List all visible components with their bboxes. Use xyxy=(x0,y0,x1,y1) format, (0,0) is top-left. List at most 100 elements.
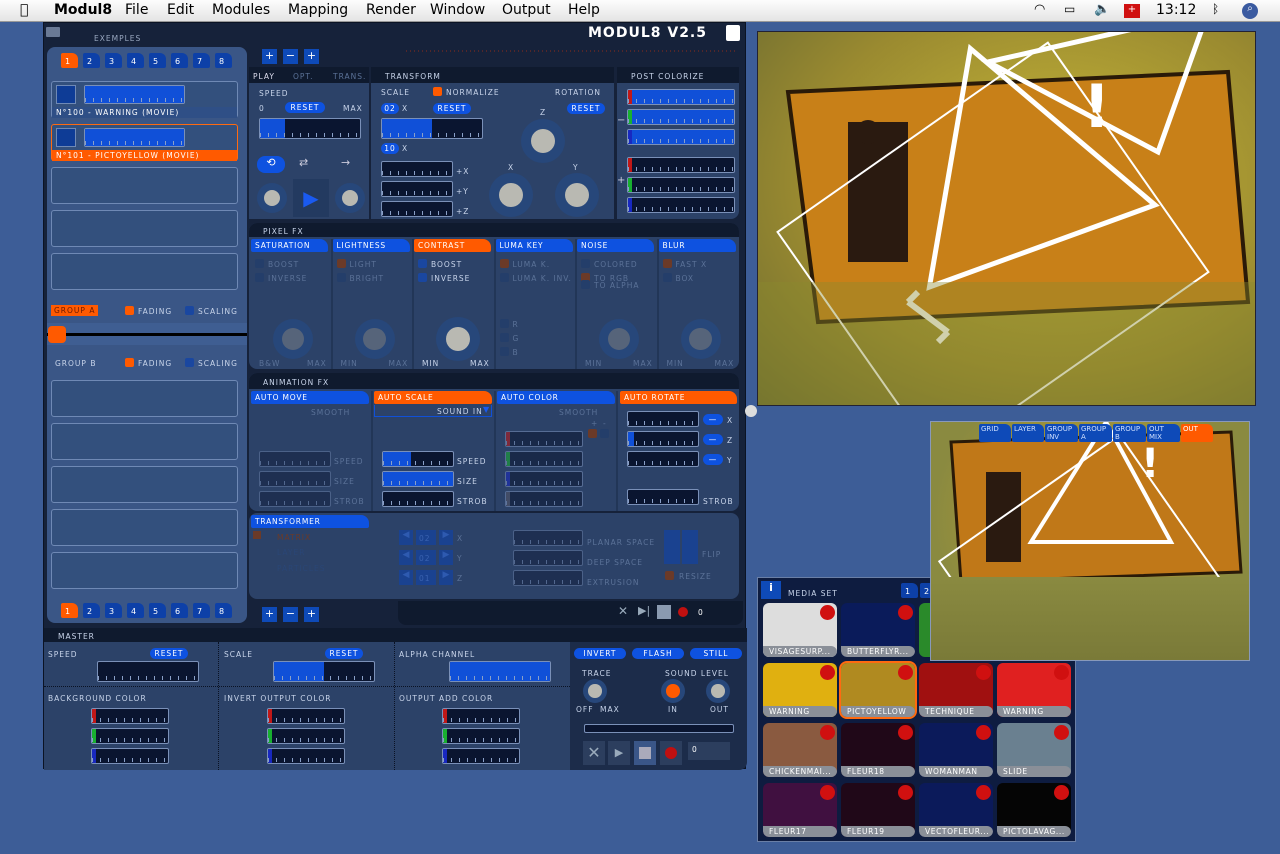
layer-slot-empty[interactable] xyxy=(51,509,238,546)
auto-scale-toggle[interactable]: AUTO SCALE xyxy=(374,391,492,404)
master-record-button[interactable] xyxy=(660,741,682,765)
still-button[interactable]: STILL xyxy=(690,648,742,659)
tab-transitions[interactable]: TRANS. xyxy=(333,72,366,81)
increment-z-button[interactable]: ▶ xyxy=(439,570,453,585)
auto-scale-speed-slider[interactable] xyxy=(382,451,454,467)
invert-output-color-red-slider[interactable] xyxy=(267,708,345,724)
layer-tab-8[interactable]: 8 xyxy=(215,603,232,618)
auto-move-toggle[interactable]: AUTO MOVE xyxy=(251,391,369,404)
media-item-technique[interactable]: TECHNIQUE xyxy=(919,663,993,717)
layer-slot-empty[interactable] xyxy=(51,423,238,460)
preview-tab-out[interactable]: OUT xyxy=(1181,424,1213,442)
option-checkbox[interactable] xyxy=(581,280,590,289)
option-checkbox[interactable] xyxy=(581,259,590,268)
auto-rotate-y-slider[interactable] xyxy=(627,451,699,467)
layer-tab-4[interactable]: 4 xyxy=(127,603,144,618)
collapse-button[interactable] xyxy=(46,27,60,37)
flag-icon[interactable]: + xyxy=(1124,4,1140,18)
scale-reset-button[interactable]: RESET xyxy=(433,103,471,114)
media-page-2[interactable]: 2 xyxy=(920,583,937,598)
pingpong-mode-button[interactable]: ⇄ xyxy=(299,156,308,169)
option-checkbox[interactable] xyxy=(499,259,509,268)
preview-tab-group-b[interactable]: GROUP B xyxy=(1113,424,1146,442)
transformer-mode-layer[interactable]: LAYER xyxy=(277,548,305,557)
layer-slot-1[interactable]: N°100 - WARNING (MOVIE) xyxy=(51,81,238,118)
resize-handle[interactable] xyxy=(745,405,757,417)
menu-file[interactable]: File xyxy=(125,2,148,18)
pixel-fx-noise-toggle[interactable]: NOISE xyxy=(577,239,654,252)
pixel-fx-amount-knob[interactable] xyxy=(680,319,721,359)
media-page-1[interactable]: 1 xyxy=(901,583,918,598)
auto-color-slider-0[interactable] xyxy=(505,431,583,447)
decrement-x-button[interactable]: ◀ xyxy=(399,530,413,545)
media-item-fleur19[interactable]: FLEUR19 xyxy=(841,783,915,837)
option-checkbox[interactable] xyxy=(499,273,509,282)
speed-slider[interactable] xyxy=(259,118,361,139)
resize-checkbox[interactable] xyxy=(665,571,674,580)
output-preview-window[interactable]: ! xyxy=(757,31,1256,406)
layer-tab-5[interactable]: 5 xyxy=(149,53,166,68)
layer-tab-1[interactable]: 1 xyxy=(61,603,78,618)
pixel-fx-amount-knob[interactable] xyxy=(354,319,395,359)
layer-slot-empty[interactable] xyxy=(51,552,238,589)
normalize-checkbox[interactable] xyxy=(433,87,442,96)
preview-tab-out-mix[interactable]: OUT MIX xyxy=(1147,424,1180,442)
colorize-minus-red-slider[interactable] xyxy=(627,89,735,105)
transformer-mode-matrix[interactable]: MATRIX xyxy=(277,533,311,542)
auto-rotate-strob-slider[interactable] xyxy=(627,489,699,505)
tab-play[interactable]: PLAY xyxy=(253,72,275,81)
preview-tab-group-a[interactable]: GROUP A xyxy=(1079,424,1112,442)
auto-color-toggle[interactable]: AUTO COLOR xyxy=(497,391,615,404)
layer-tab-3[interactable]: 3 xyxy=(105,53,122,68)
decrement-z-button[interactable]: ◀ xyxy=(399,570,413,585)
rotation-x-knob[interactable] xyxy=(489,173,533,217)
output-add-color-green-slider[interactable] xyxy=(442,728,520,744)
layer-slot-empty[interactable] xyxy=(51,167,238,204)
wifi-icon[interactable]: ◠ xyxy=(1034,2,1045,17)
sound-in-knob[interactable] xyxy=(661,679,685,703)
preview-tab-layer[interactable]: LAYER xyxy=(1012,424,1044,442)
volume-icon[interactable]: 🔈 xyxy=(1094,2,1110,17)
remove-layer-button[interactable]: − xyxy=(283,607,298,622)
pixel-fx-blur-toggle[interactable]: BLUR xyxy=(658,239,736,252)
layer-tab-1[interactable]: 1 xyxy=(61,53,78,68)
layer-tab-5[interactable]: 5 xyxy=(149,603,166,618)
direction-knob[interactable] xyxy=(257,183,287,213)
record-button[interactable] xyxy=(678,607,688,617)
auto-rotate-x-toggle[interactable]: — xyxy=(703,414,723,425)
pixel-fx-amount-knob[interactable] xyxy=(436,317,480,361)
step-button[interactable]: ▶| xyxy=(638,604,650,617)
menu-render[interactable]: Render xyxy=(366,2,416,18)
background-color-blue-slider[interactable] xyxy=(91,748,169,764)
output-add-color-red-slider[interactable] xyxy=(442,708,520,724)
master-scale-reset[interactable]: RESET xyxy=(325,648,363,659)
preview-tab-group-inv[interactable]: GROUP INV xyxy=(1045,424,1078,442)
pixel-fx-contrast-toggle[interactable]: CONTRAST xyxy=(414,239,491,252)
auto-color-slider-3[interactable] xyxy=(505,491,583,507)
pixel-fx-luma-key-toggle[interactable]: LUMA KEY xyxy=(495,239,573,252)
planar-space-slider[interactable] xyxy=(513,530,583,546)
colorize-plus-red-slider[interactable] xyxy=(627,157,735,173)
layer-tab-7[interactable]: 7 xyxy=(193,603,210,618)
offset-multiplier[interactable]: 10 xyxy=(381,143,399,154)
layer-slot-empty[interactable] xyxy=(51,466,238,503)
bluetooth-icon[interactable]: ᛒ xyxy=(1212,2,1219,16)
increment-y-button[interactable]: ▶ xyxy=(439,550,453,565)
auto-color-slider-1[interactable] xyxy=(505,451,583,467)
layer-tab-2[interactable]: 2 xyxy=(83,603,100,618)
rotation-y-knob[interactable] xyxy=(555,173,599,217)
layer-slot-2-selected[interactable]: N°101 - PICTOYELLOW (MOVIE) xyxy=(51,124,238,161)
sound-out-knob[interactable] xyxy=(706,679,730,703)
duplicate-layer-button[interactable]: + xyxy=(304,49,319,64)
menu-output[interactable]: Output xyxy=(502,2,551,18)
option-checkbox[interactable] xyxy=(336,273,346,282)
media-item[interactable] xyxy=(919,603,993,657)
scale-multiplier[interactable]: 02 xyxy=(381,103,399,114)
crossfader-handle[interactable] xyxy=(48,326,66,343)
layer-slot-empty[interactable] xyxy=(51,380,238,417)
auto-color-mode[interactable]: SMOOTH xyxy=(559,408,598,417)
layer-tab-3[interactable]: 3 xyxy=(105,603,122,618)
master-step-button[interactable]: ▶ xyxy=(608,741,630,765)
flash-button[interactable]: FLASH xyxy=(632,648,684,659)
colorize-minus-blue-slider[interactable] xyxy=(627,129,735,145)
